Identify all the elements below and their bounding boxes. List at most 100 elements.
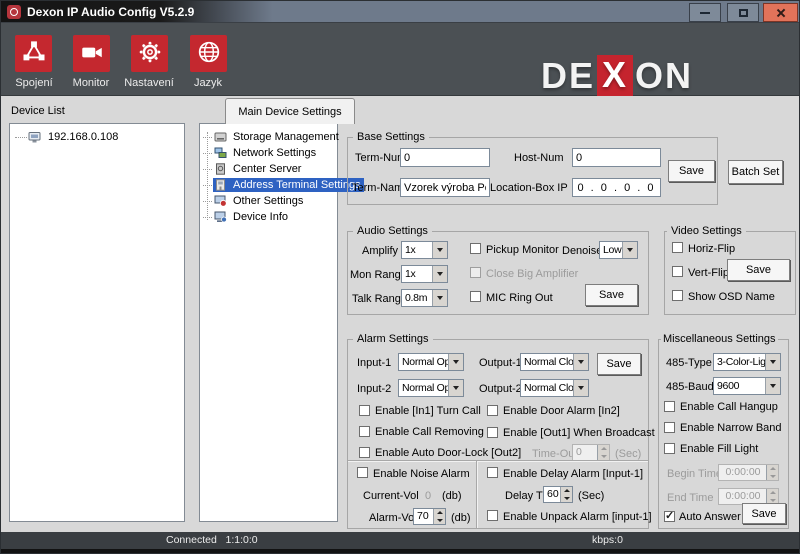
enable-door-alarm-checkbox[interactable]	[487, 405, 498, 416]
audio-save-button[interactable]: Save	[585, 284, 638, 306]
output1-select[interactable]: Normal Close	[520, 353, 589, 371]
mic-ring-out-label[interactable]: MIC Ring Out	[486, 292, 553, 304]
denoise-select[interactable]: Low	[599, 241, 638, 259]
tool-label-language[interactable]: Jazyk	[175, 77, 241, 89]
enable-unpack-alarm-checkbox[interactable]	[487, 510, 498, 521]
horiz-flip-label[interactable]: Horiz-Flip	[688, 243, 735, 255]
maximize-button[interactable]	[727, 3, 759, 22]
input1-select[interactable]: Normal Open	[398, 353, 464, 371]
spin-down-icon[interactable]	[561, 495, 572, 503]
host-num-field[interactable]	[572, 148, 661, 167]
chevron-down-icon[interactable]	[573, 354, 588, 370]
minimize-button[interactable]	[689, 3, 721, 22]
input2-select[interactable]: Normal Open	[398, 379, 464, 397]
spin-up-icon[interactable]	[434, 509, 445, 517]
alarm-vol-spinner[interactable]: 70	[413, 508, 446, 525]
output2-select[interactable]: Normal Close	[520, 379, 589, 397]
batch-set-button[interactable]: Batch Set	[728, 160, 783, 184]
close-button[interactable]	[763, 3, 798, 22]
tree-item-storage-management[interactable]: Storage Management	[203, 129, 342, 145]
video-save-button[interactable]: Save	[727, 259, 790, 281]
enable-unpack-alarm-label[interactable]: Enable Unpack Alarm [input-1]	[503, 511, 652, 523]
auto-answer-label[interactable]: Auto Answer	[679, 511, 741, 523]
vert-flip-checkbox[interactable]	[672, 266, 683, 277]
mon-range-select[interactable]: 1x	[401, 265, 448, 283]
enable-auto-door-lock-label[interactable]: Enable Auto Door-Lock [Out2]	[375, 447, 521, 459]
enable-narrow-band-checkbox[interactable]	[664, 422, 675, 433]
enable-call-removing-checkbox[interactable]	[359, 426, 370, 437]
device-list-item[interactable]: 192.168.0.108	[15, 130, 120, 144]
rs485-baud-select[interactable]: 9600	[713, 377, 781, 395]
rs485-type-select[interactable]: 3-Color-Light	[713, 353, 781, 371]
device-list-item-label[interactable]: 192.168.0.108	[46, 130, 120, 144]
term-num-field[interactable]	[400, 148, 490, 167]
device-list-title: Device List	[11, 105, 65, 117]
chevron-down-icon[interactable]	[765, 378, 780, 394]
enable-call-removing-label[interactable]: Enable Call Removing	[375, 426, 484, 438]
enable-out1-broadcast-label[interactable]: Enable [Out1] When Broadcast	[503, 427, 655, 439]
chevron-down-icon[interactable]	[432, 266, 447, 282]
spin-down-icon	[767, 473, 778, 481]
tree-item-other-settings[interactable]: Other Settings	[203, 193, 306, 209]
enable-in1-turn-call-checkbox[interactable]	[359, 405, 370, 416]
tree-item-label[interactable]: Other Settings	[230, 194, 306, 208]
alarm-save-button[interactable]: Save	[597, 353, 641, 375]
chevron-down-icon[interactable]	[622, 242, 637, 258]
enable-call-hangup-checkbox[interactable]	[664, 401, 675, 412]
settings-tree[interactable]: Storage Management Network Settings Cent…	[199, 123, 338, 522]
tool-button-monitor[interactable]	[73, 35, 110, 72]
enable-fill-light-label[interactable]: Enable Fill Light	[680, 443, 758, 455]
enable-noise-alarm-label[interactable]: Enable Noise Alarm	[373, 468, 470, 480]
tree-item-label[interactable]: Center Server	[230, 162, 304, 176]
pickup-monitor-label[interactable]: Pickup Monitor	[486, 244, 559, 256]
show-osd-name-checkbox[interactable]	[672, 290, 683, 301]
spin-up-icon[interactable]	[561, 487, 572, 495]
chevron-down-icon[interactable]	[765, 354, 780, 370]
tool-button-settings[interactable]	[131, 35, 168, 72]
talk-range-select[interactable]: 0.8m	[401, 289, 448, 307]
spin-down-icon[interactable]	[434, 517, 445, 525]
misc-save-button[interactable]: Save	[742, 503, 786, 524]
enable-in1-turn-call-label[interactable]: Enable [In1] Turn Call	[375, 405, 481, 417]
tool-label-monitor[interactable]: Monitor	[58, 77, 124, 89]
vert-flip-label[interactable]: Vert-Flip	[688, 267, 729, 279]
tree-item-center-server[interactable]: Center Server	[203, 161, 304, 177]
tab-main-device-settings[interactable]: Main Device Settings	[225, 98, 355, 124]
enable-door-alarm-label[interactable]: Enable Door Alarm [In2]	[503, 405, 620, 417]
tree-item-label[interactable]: Storage Management	[230, 130, 342, 144]
auto-answer-checkbox[interactable]	[664, 511, 675, 522]
enable-narrow-band-label[interactable]: Enable Narrow Band	[680, 422, 782, 434]
enable-out1-broadcast-checkbox[interactable]	[487, 427, 498, 438]
enable-delay-alarm-checkbox[interactable]	[487, 467, 498, 478]
tree-item-network-settings[interactable]: Network Settings	[203, 145, 319, 161]
amplify-select[interactable]: 1x	[401, 241, 448, 259]
tool-button-language[interactable]	[190, 35, 227, 72]
enable-fill-light-checkbox[interactable]	[664, 443, 675, 454]
tree-item-address-terminal-settings[interactable]: Address Terminal Settings	[203, 177, 364, 193]
tree-item-label[interactable]: Address Terminal Settings	[230, 178, 364, 192]
tree-item-label[interactable]: Network Settings	[230, 146, 319, 160]
delay-time-spinner[interactable]: 60	[543, 486, 573, 503]
mic-ring-out-checkbox[interactable]	[470, 291, 481, 302]
chevron-down-icon[interactable]	[573, 380, 588, 396]
enable-auto-door-lock-checkbox[interactable]	[359, 447, 370, 458]
tool-label-language-settings[interactable]: Nastavení	[116, 77, 182, 89]
enable-noise-alarm-checkbox[interactable]	[357, 467, 368, 478]
device-list[interactable]: 192.168.0.108	[9, 123, 185, 522]
server-icon	[214, 163, 227, 175]
enable-delay-alarm-label[interactable]: Enable Delay Alarm [Input-1]	[503, 468, 643, 480]
tree-item-label[interactable]: Device Info	[230, 210, 291, 224]
enable-call-hangup-label[interactable]: Enable Call Hangup	[680, 401, 778, 413]
location-box-ip-field[interactable]	[572, 178, 661, 197]
base-save-button[interactable]: Save	[668, 160, 715, 182]
show-osd-name-label[interactable]: Show OSD Name	[688, 291, 775, 303]
chevron-down-icon[interactable]	[432, 290, 447, 306]
tool-button-connection[interactable]	[15, 35, 52, 72]
chevron-down-icon[interactable]	[448, 380, 463, 396]
chevron-down-icon[interactable]	[432, 242, 447, 258]
chevron-down-icon[interactable]	[448, 354, 463, 370]
term-name-field[interactable]	[400, 178, 490, 197]
pickup-monitor-checkbox[interactable]	[470, 243, 481, 254]
horiz-flip-checkbox[interactable]	[672, 242, 683, 253]
tree-item-device-info[interactable]: Device Info	[203, 209, 291, 225]
